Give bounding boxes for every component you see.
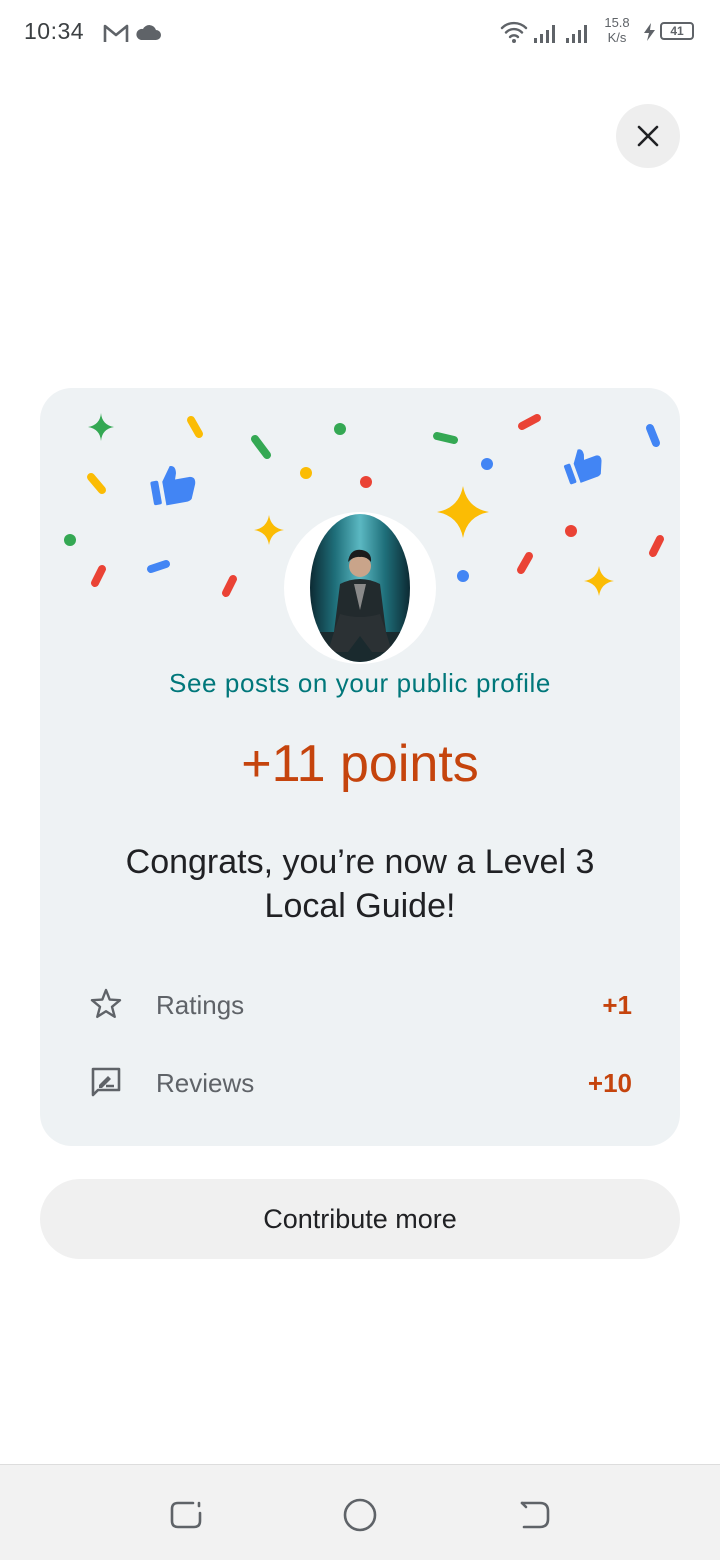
status-time: 10:34	[24, 18, 85, 44]
net-speed: 15.8 K/s	[599, 15, 635, 45]
home-icon[interactable]	[340, 1495, 380, 1535]
points-earned: +11 points	[241, 735, 479, 793]
wifi-icon	[500, 21, 528, 43]
close-icon	[637, 125, 659, 147]
avatar[interactable]	[284, 512, 436, 664]
status-bar: 10:34 15.8 K/s 41	[0, 0, 720, 64]
star-outline-icon	[90, 988, 122, 1018]
congrats-message: Congrats, you’re now a Level 3 Local Gui…	[125, 843, 595, 925]
net-speed-unit: K/s	[607, 30, 627, 45]
public-profile-link[interactable]: See posts on your public profile	[40, 668, 680, 699]
cloud-icon	[136, 25, 161, 40]
battery-icon: 41	[660, 22, 694, 40]
signal-icon	[534, 25, 555, 43]
recents-icon[interactable]	[166, 1495, 206, 1535]
stat-row-ratings: Ratings +1	[88, 984, 632, 1024]
contribute-more-button[interactable]: Contribute more	[40, 1179, 680, 1259]
net-speed-value: 15.8	[604, 15, 630, 30]
review-icon	[91, 1067, 121, 1097]
level-up-card: See posts on your public profile +11 poi…	[40, 388, 680, 1146]
gmail-icon	[103, 24, 129, 42]
stat-label: Reviews	[156, 1068, 255, 1098]
stat-value: +10	[587, 1068, 632, 1098]
signal-icon	[566, 25, 587, 43]
back-icon[interactable]	[514, 1495, 554, 1535]
close-button[interactable]	[616, 104, 680, 168]
stat-value: +1	[602, 990, 632, 1020]
stat-label: Ratings	[156, 990, 245, 1020]
stat-row-reviews: Reviews +10	[88, 1062, 632, 1102]
charging-icon	[644, 23, 655, 41]
profile-photo	[310, 514, 410, 662]
navigation-bar	[0, 1464, 720, 1560]
